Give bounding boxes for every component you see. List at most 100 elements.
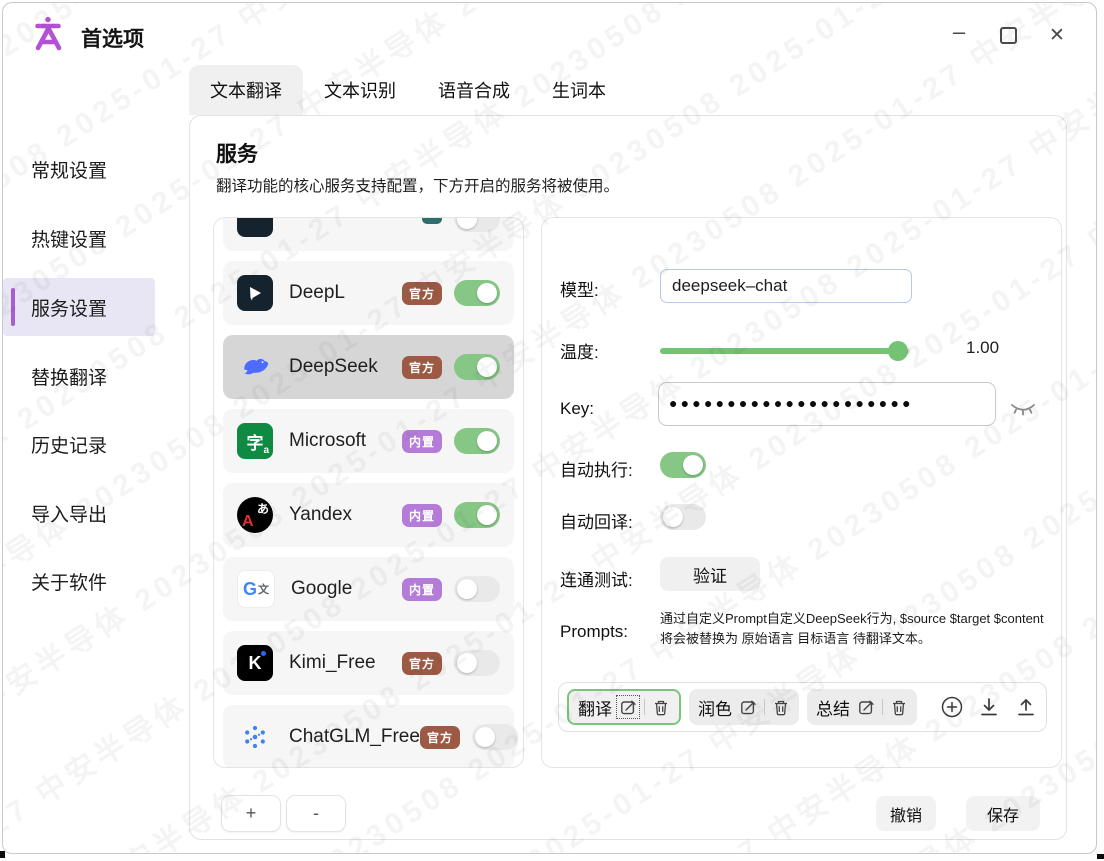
service-toggle[interactable]	[454, 280, 500, 306]
download-icon	[978, 696, 1000, 718]
service-toggle[interactable]	[454, 502, 500, 528]
verify-button[interactable]: 验证	[660, 557, 760, 591]
tab-label: 生词本	[552, 77, 606, 103]
sidebar-item-2[interactable]: 热键设置	[3, 209, 155, 267]
google-translate-icon: G文	[237, 570, 275, 608]
service-badge	[422, 217, 442, 224]
service-name: DeepL	[289, 282, 345, 304]
service-badge: 内置	[402, 430, 442, 453]
maximize-button[interactable]	[997, 24, 1019, 46]
sidebar-item-4[interactable]: 替换翻译	[3, 347, 155, 405]
chatglm-icon	[237, 719, 273, 755]
section-description: 翻译功能的核心服务支持配置，下方开启的服务将被使用。	[216, 174, 619, 196]
service-row[interactable]: あA Yandex 内置	[223, 483, 514, 547]
divider	[644, 699, 645, 715]
service-name: Kimi_Free	[289, 652, 376, 674]
trash-icon	[773, 699, 789, 716]
temperature-label: 温度:	[560, 338, 599, 363]
service-name: ChatGLM_Free	[289, 726, 420, 748]
delete-prompt-button[interactable]	[652, 698, 670, 716]
prompt-chip[interactable]: 翻译	[567, 689, 681, 725]
window-title: 首选项	[81, 23, 144, 53]
deepseek-icon	[237, 349, 273, 385]
temperature-value: 1.00	[966, 338, 999, 358]
minimize-button[interactable]: –	[948, 21, 970, 49]
close-button[interactable]: ✕	[1046, 24, 1068, 46]
service-badge: 官方	[420, 726, 460, 749]
tab[interactable]: 生词本	[531, 65, 627, 115]
sidebar-item-label: 导入导出	[31, 500, 107, 527]
service-toggle[interactable]	[454, 354, 500, 380]
edit-prompt-button[interactable]	[739, 698, 757, 716]
sidebar: 常规设置热键设置服务设置替换翻译历史记录导入导出关于软件	[3, 67, 168, 847]
service-name: DeepSeek	[289, 356, 378, 378]
service-row[interactable]: ChatGLM_Free 官方	[223, 705, 514, 768]
temperature-slider-thumb[interactable]	[888, 341, 908, 361]
prompt-chips-bar: 翻译 润色	[558, 682, 1047, 732]
service-row[interactable]: K Kimi_Free 官方	[223, 631, 514, 695]
tab-label: 文本翻译	[210, 77, 282, 103]
service-toggle[interactable]	[472, 724, 518, 750]
export-prompts-button[interactable]	[1014, 695, 1038, 719]
service-row[interactable]: DeepSeek 官方	[223, 335, 514, 399]
tabbar: 文本翻译文本识别语音合成生词本	[189, 65, 627, 115]
prompt-chip-label: 翻译	[578, 695, 612, 720]
prompt-chip-label: 总结	[816, 695, 850, 720]
prompt-chip[interactable]: 润色	[689, 689, 799, 725]
save-button[interactable]: 保存	[966, 796, 1040, 831]
sidebar-item-label: 常规设置	[31, 156, 107, 183]
service-badge: 内置	[402, 504, 442, 527]
sidebar-item-6[interactable]: 导入导出	[3, 484, 155, 542]
tab[interactable]: 语音合成	[417, 65, 531, 115]
yandex-icon: あA	[237, 497, 273, 533]
prompts-label: Prompts:	[560, 622, 628, 642]
undo-button[interactable]: 撤销	[876, 796, 936, 831]
model-input[interactable]: deepseek–chat	[660, 269, 912, 303]
kimi-icon: K	[237, 645, 273, 681]
edit-prompt-button[interactable]	[857, 698, 875, 716]
app-logo-icon	[29, 15, 67, 53]
service-toggle[interactable]	[454, 576, 500, 602]
service-name: Microsoft	[289, 430, 366, 452]
delete-prompt-button[interactable]	[890, 698, 908, 716]
prompts-description: 通过自定义Prompt自定义DeepSeek行为, $source $targe…	[660, 609, 1060, 649]
screen: 中安半导体 20230508 2025-01-27 中安半导体 20230508…	[0, 0, 1104, 861]
service-name: Yandex	[289, 504, 352, 526]
deepl-icon	[237, 275, 273, 311]
add-service-button[interactable]: +	[221, 795, 281, 832]
service-toggle[interactable]	[454, 217, 500, 232]
settings-card: 服务 翻译功能的核心服务支持配置，下方开启的服务将被使用。 DeepL 官方 D…	[189, 115, 1067, 840]
tab[interactable]: 文本翻译	[189, 65, 303, 115]
add-prompt-button[interactable]	[940, 695, 964, 719]
temperature-slider[interactable]	[660, 348, 910, 354]
closed-eye-icon[interactable]	[1010, 402, 1036, 418]
trash-icon	[891, 699, 907, 716]
sidebar-item-1[interactable]: 常规设置	[3, 140, 155, 198]
service-toggle[interactable]	[454, 650, 500, 676]
api-key-input[interactable]: ●●●●●●●●●●●●●●●●●●●●●	[658, 382, 996, 426]
section-heading: 服务	[216, 138, 258, 168]
auto-execute-toggle[interactable]	[660, 452, 706, 478]
remove-service-button[interactable]: -	[286, 795, 346, 832]
service-toggle[interactable]	[454, 428, 500, 454]
preferences-window: 中安半导体 20230508 2025-01-27 中安半导体 20230508…	[2, 2, 1097, 854]
sidebar-item-5[interactable]: 历史记录	[3, 415, 155, 473]
tab[interactable]: 文本识别	[303, 65, 417, 115]
auto-back-translate-label: 自动回译:	[560, 508, 633, 533]
desktop-corner-left	[0, 851, 5, 858]
service-row[interactable]: 字a Microsoft 内置	[223, 409, 514, 473]
edit-prompt-button[interactable]	[619, 698, 637, 716]
sidebar-item-7[interactable]: 关于软件	[3, 552, 155, 610]
service-row[interactable]	[223, 217, 514, 251]
delete-prompt-button[interactable]	[772, 698, 790, 716]
service-row[interactable]: DeepL 官方	[223, 261, 514, 325]
divider	[764, 699, 765, 715]
microsoft-translator-icon: 字a	[237, 423, 273, 459]
import-prompts-button[interactable]	[977, 695, 1001, 719]
auto-back-translate-toggle[interactable]	[660, 504, 706, 530]
edit-icon	[620, 699, 637, 716]
service-row[interactable]: G文 Google 内置	[223, 557, 514, 621]
temperature-slider-fill	[660, 348, 898, 354]
sidebar-item-3[interactable]: 服务设置	[3, 278, 155, 336]
prompt-chip[interactable]: 总结	[807, 689, 917, 725]
